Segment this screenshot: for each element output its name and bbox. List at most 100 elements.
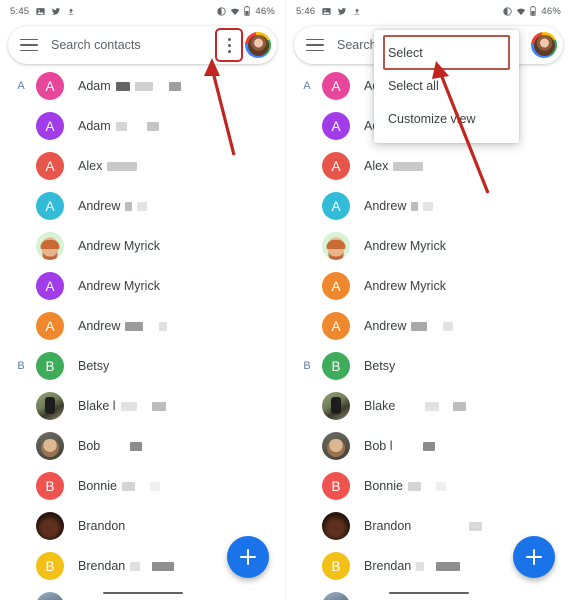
section-index-letter: B xyxy=(303,360,311,372)
hamburger-icon[interactable] xyxy=(20,38,38,52)
twitter-icon xyxy=(51,7,61,16)
contact-name: Andrew xyxy=(364,199,434,213)
contact-name: Andrew xyxy=(78,319,168,333)
contact-row[interactable]: Bob l xyxy=(286,426,570,466)
contact-row[interactable]: B Bonnie xyxy=(286,466,570,506)
redacted-block xyxy=(422,441,435,451)
contact-avatar-letter: A xyxy=(322,112,350,140)
redacted-block xyxy=(411,321,428,331)
contact-row[interactable]: Andrew Myrick xyxy=(286,226,570,266)
search-bar[interactable]: Search contacts xyxy=(8,26,277,64)
kebab-menu-icon[interactable] xyxy=(215,28,243,62)
redacted-block xyxy=(134,81,153,91)
contact-name: Brandon xyxy=(364,519,483,533)
add-contact-fab[interactable] xyxy=(513,536,555,578)
redacted-block xyxy=(168,81,181,91)
redacted-block xyxy=(443,321,454,331)
contact-row[interactable]: A Andrew Myrick xyxy=(286,266,570,306)
contact-name: Bonnie xyxy=(78,479,160,493)
contact-row[interactable]: AA Adam xyxy=(0,66,285,106)
contact-avatar-photo xyxy=(36,232,64,260)
redacted-block xyxy=(429,562,431,571)
contrast-icon xyxy=(217,6,227,16)
redacted-block xyxy=(158,82,164,91)
redacted-block xyxy=(411,201,419,211)
contact-row[interactable]: B Bonnie xyxy=(0,466,285,506)
menu-item-select[interactable]: Select xyxy=(383,35,510,70)
status-left-icons xyxy=(36,7,75,16)
contact-name: Bonnie xyxy=(364,479,446,493)
contact-row[interactable]: A Alex xyxy=(286,146,570,186)
menu-item-select-all[interactable]: Select all xyxy=(374,69,519,102)
contact-avatar-photo xyxy=(36,392,64,420)
redacted-block xyxy=(435,481,446,491)
phone-screen-left: 5:45 46% Search contacts A A Adam A Adam… xyxy=(0,0,285,600)
redacted-block xyxy=(140,482,145,491)
contact-avatar-letter: A xyxy=(36,112,64,140)
contact-avatar-letter: B xyxy=(322,552,350,580)
redacted-block xyxy=(149,481,160,491)
hamburger-icon[interactable] xyxy=(306,38,324,52)
contact-name: Andrew Myrick xyxy=(78,239,160,253)
contact-row[interactable]: B B Betsy xyxy=(286,346,570,386)
contact-row[interactable]: A Andrew xyxy=(286,186,570,226)
redacted-block xyxy=(444,402,448,411)
contact-name: Brendan xyxy=(78,559,175,573)
contact-list-left: A A Adam A Adam A Alex A Andrew Andrew Myrick A And… xyxy=(0,64,285,600)
redacted-block xyxy=(125,201,133,211)
contact-avatar-letter: A xyxy=(322,272,350,300)
phone-screen-right: 5:46 46% Search A A A A Alex A Andrew An… xyxy=(285,0,570,600)
contact-row[interactable]: Andrew Myrick xyxy=(0,226,285,266)
contact-name: Adam xyxy=(78,119,159,133)
contact-row[interactable]: A Andrew xyxy=(0,306,285,346)
redacted-block xyxy=(146,121,159,131)
contact-name: Adam xyxy=(78,79,181,93)
contact-row[interactable]: A Andrew xyxy=(286,306,570,346)
redacted-block xyxy=(151,401,166,411)
search-input[interactable]: Search contacts xyxy=(51,38,219,52)
battery-icon xyxy=(530,6,537,16)
plus-icon xyxy=(526,549,542,565)
contact-avatar-letter: B xyxy=(322,352,350,380)
contact-row[interactable]: A Andrew Myrick xyxy=(0,266,285,306)
menu-item-customize-view[interactable]: Customize view xyxy=(374,102,519,135)
gesture-bar xyxy=(388,591,469,594)
redacted-block xyxy=(393,161,424,171)
contrast-icon xyxy=(503,6,513,16)
redacted-block xyxy=(130,441,143,451)
redacted-block xyxy=(423,201,434,211)
contact-avatar-letter: B xyxy=(36,552,64,580)
redacted-block xyxy=(132,122,142,131)
contact-row[interactable]: A Andrew xyxy=(0,186,285,226)
redacted-block xyxy=(407,481,421,491)
section-index-letter: B xyxy=(17,360,25,372)
screenshot-stage: 5:45 46% Search contacts A A Adam A Adam… xyxy=(0,0,570,600)
contact-name: Alex xyxy=(364,159,424,173)
redacted-block xyxy=(432,322,438,331)
profile-avatar[interactable] xyxy=(531,32,557,58)
overflow-menu: Select Select all Customize view xyxy=(374,30,519,143)
redacted-block xyxy=(426,482,431,491)
contact-avatar-letter: A xyxy=(322,312,350,340)
contact-row[interactable]: Blake xyxy=(286,386,570,426)
contact-name: Brandon xyxy=(78,519,126,533)
contact-avatar-letter: A xyxy=(36,72,64,100)
add-contact-fab[interactable] xyxy=(227,536,269,578)
status-bar: 5:46 46% xyxy=(286,0,570,22)
redacted-block xyxy=(105,442,125,451)
wifi-icon xyxy=(230,7,240,16)
contact-row[interactable]: A Alex xyxy=(0,146,285,186)
status-left-icons xyxy=(322,7,361,16)
profile-avatar[interactable] xyxy=(245,32,271,58)
redacted-block xyxy=(120,401,137,411)
redacted-block xyxy=(469,521,483,531)
contact-row[interactable]: B B Betsy xyxy=(0,346,285,386)
redacted-block xyxy=(400,402,420,411)
contact-row[interactable]: Bob xyxy=(0,426,285,466)
contact-avatar-letter: A xyxy=(322,72,350,100)
status-right-icons: 46% xyxy=(503,6,561,17)
contact-row[interactable]: A Adam xyxy=(0,106,285,146)
contact-row[interactable]: Blake l xyxy=(0,386,285,426)
contact-avatar-letter: A xyxy=(36,312,64,340)
contact-name: Betsy xyxy=(78,359,110,373)
